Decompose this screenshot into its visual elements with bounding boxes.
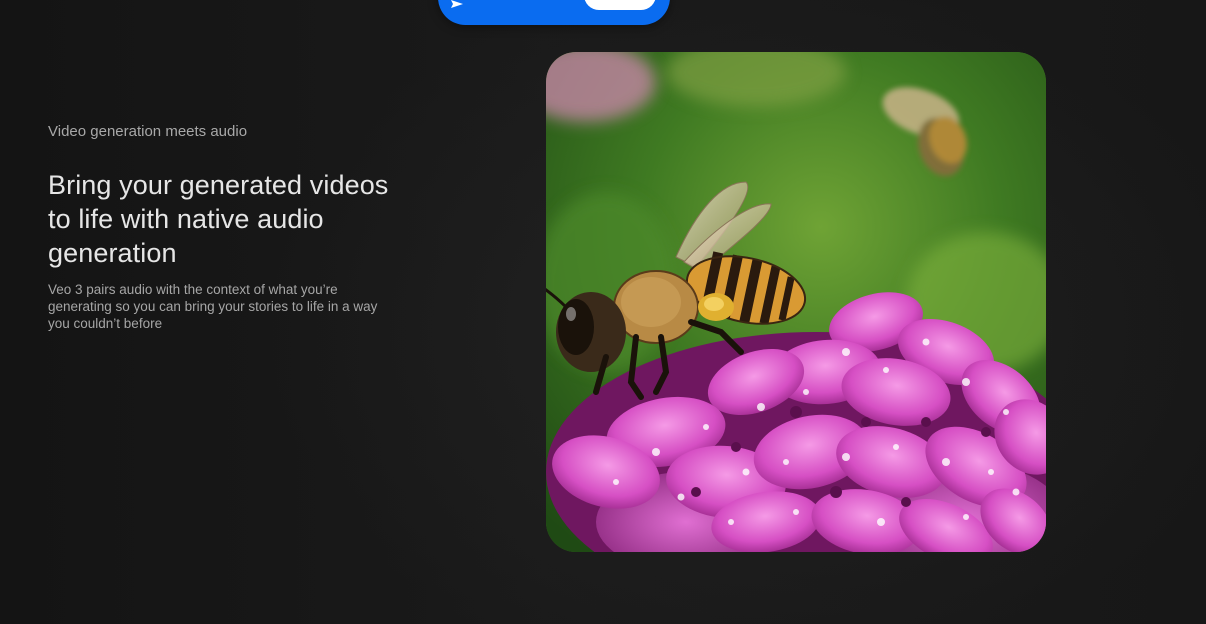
- feature-video[interactable]: [546, 52, 1046, 552]
- send-icon: [450, 0, 464, 8]
- page: Video generation meets audio Bring your …: [0, 0, 1206, 624]
- top-action-button[interactable]: [584, 0, 656, 10]
- feature-text: Video generation meets audio Bring your …: [48, 122, 408, 332]
- section-eyebrow: Video generation meets audio: [48, 123, 248, 140]
- bee-flower-image: [546, 52, 1046, 552]
- section-description: Veo 3 pairs audio with the context of wh…: [48, 282, 378, 331]
- top-action-bar[interactable]: [438, 0, 670, 25]
- section-headline: Bring your generated videos to life with…: [48, 170, 389, 268]
